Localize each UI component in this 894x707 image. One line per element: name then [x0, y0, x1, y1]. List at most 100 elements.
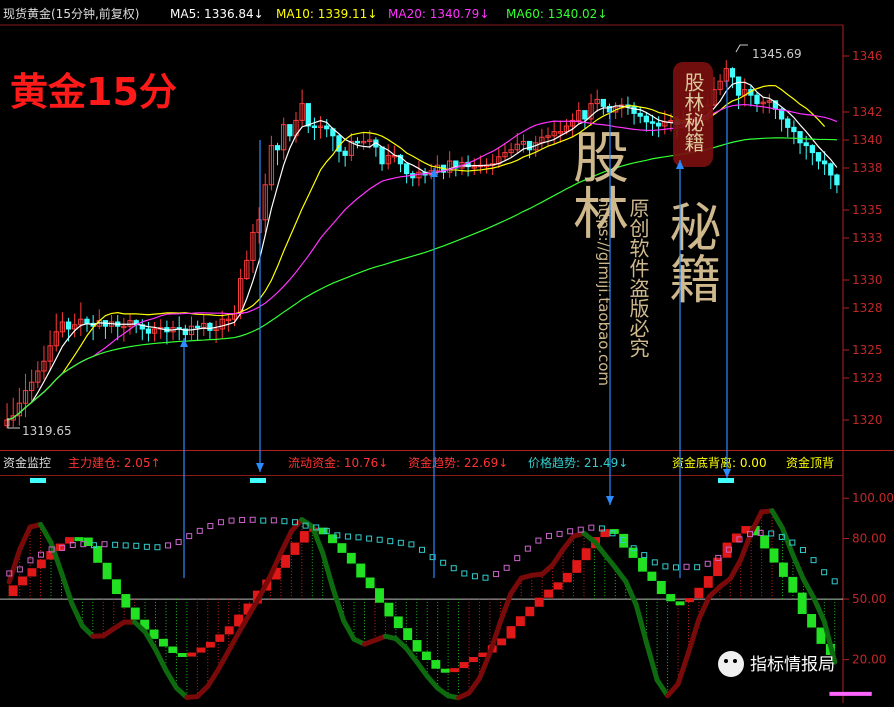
trend-block [27, 568, 36, 576]
candle-body [786, 119, 790, 127]
candle-body [66, 322, 70, 329]
trend-block [666, 594, 675, 601]
price-axis-label: 1325 [852, 343, 883, 357]
trend-block [582, 548, 591, 560]
candle-body [755, 95, 759, 103]
trend-block [694, 588, 703, 598]
ma-legend: MA5: 1336.84↓MA10: 1339.11↓MA20: 1340.79… [170, 7, 607, 21]
price-axis-label: 1335 [852, 203, 883, 217]
trend-block [610, 529, 619, 534]
trend-block [676, 601, 685, 605]
ma-legend-item: MA5: 1336.84↓ [170, 7, 264, 21]
sub-legend-item: 资金底背离: 0.00 [672, 455, 767, 470]
candle-body [325, 126, 329, 129]
candle-body [792, 127, 796, 131]
candle-body [798, 132, 802, 143]
candle-body [736, 77, 740, 95]
trend-block [460, 662, 469, 668]
candle-body [288, 125, 292, 136]
trend-block [215, 634, 224, 641]
trend-block [450, 668, 459, 672]
trend-block [18, 576, 27, 585]
trend-block [760, 535, 769, 548]
sub-legend-item: 资金趋势: 22.69↓ [408, 455, 508, 470]
trend-block [563, 573, 572, 582]
chart-canvas: 现货黄金(15分钟,前复权) MA5: 1336.84↓ MA10: 1339.1… [0, 0, 894, 703]
candle-body [312, 126, 316, 128]
trend-block [225, 626, 234, 634]
indicator-axis-label: 20.00 [852, 653, 886, 667]
price-axis-label: 1328 [852, 301, 883, 315]
brand-badge: 指标情报局 [718, 651, 835, 677]
trend-block [554, 582, 563, 589]
trend-block [732, 534, 741, 543]
trend-block [37, 560, 46, 569]
candle-body [829, 164, 833, 175]
trend-block [366, 577, 375, 588]
candle-body [632, 106, 636, 113]
trend-block [403, 628, 412, 640]
trend-block [197, 648, 206, 653]
trend-block [779, 563, 788, 577]
candle-body [810, 146, 814, 153]
watermark-seal: 股林秘籍 [681, 72, 705, 152]
trend-block [168, 647, 177, 653]
candle-body [355, 141, 359, 143]
price-axis-label: 1346 [852, 49, 883, 63]
candle-body [583, 111, 587, 119]
candle-body [195, 326, 199, 328]
ma-legend-item: MA10: 1339.11↓ [276, 7, 377, 21]
trend-block [159, 639, 168, 647]
trend-block [469, 657, 478, 662]
instrument-title: 现货黄金(15分钟,前复权) [3, 6, 139, 21]
price-axis-label: 1330 [852, 273, 883, 287]
trend-block [384, 603, 393, 617]
ma-legend-item: MA60: 1340.02↓ [506, 7, 607, 21]
candle-body [638, 113, 642, 116]
sub-panel-title: 资金监控 [3, 455, 51, 470]
sub-legend-item: 主力建仓: 2.05↑ [68, 456, 161, 470]
trend-block [788, 577, 797, 593]
candle-body [306, 104, 310, 126]
high-label: 1345.69 [752, 47, 802, 61]
brand-name: 指标情报局 [750, 655, 835, 675]
candle-body [208, 323, 212, 330]
trend-block [535, 598, 544, 607]
candle-body [816, 153, 820, 161]
trend-block [723, 543, 732, 558]
watermark-big-right: 秘籍 [660, 200, 720, 304]
candle-body [85, 319, 89, 323]
trend-block [93, 546, 102, 563]
trend-block [206, 642, 215, 648]
candle-body [275, 146, 279, 150]
trend-block [347, 553, 356, 564]
chart-window: 现货黄金(15分钟,前复权) MA5: 1336.84↓ MA10: 1339.1… [0, 0, 894, 703]
trend-block [112, 579, 121, 594]
candle-body [835, 175, 839, 185]
trend-block [356, 564, 365, 578]
candle-body [730, 69, 734, 77]
trend-block [422, 652, 431, 660]
trend-block [74, 537, 83, 541]
candle-body [822, 161, 826, 164]
watermark-caption: 原创软件盗版必究 [626, 198, 650, 358]
candle-body [804, 143, 808, 146]
price-axis-label: 1333 [852, 231, 883, 245]
low-label: 1319.65 [22, 424, 72, 438]
trend-block [431, 660, 440, 669]
wechat-icon [718, 651, 744, 677]
trend-block [121, 594, 130, 608]
trend-block [337, 543, 346, 553]
sub-legend-item: 资金顶背 [786, 455, 834, 470]
candle-body [380, 147, 384, 164]
trend-block [328, 534, 337, 543]
trend-block [770, 548, 779, 562]
trend-block [131, 608, 140, 620]
indicator-axis-label: 100.00 [852, 491, 894, 505]
top-marker [718, 478, 734, 483]
candle-body [527, 141, 531, 149]
trend-block [375, 588, 384, 603]
candle-body [601, 99, 605, 106]
sub-legend-item: 价格趋势: 21.49↓ [528, 455, 628, 470]
price-axis-label: 1320 [852, 413, 883, 427]
